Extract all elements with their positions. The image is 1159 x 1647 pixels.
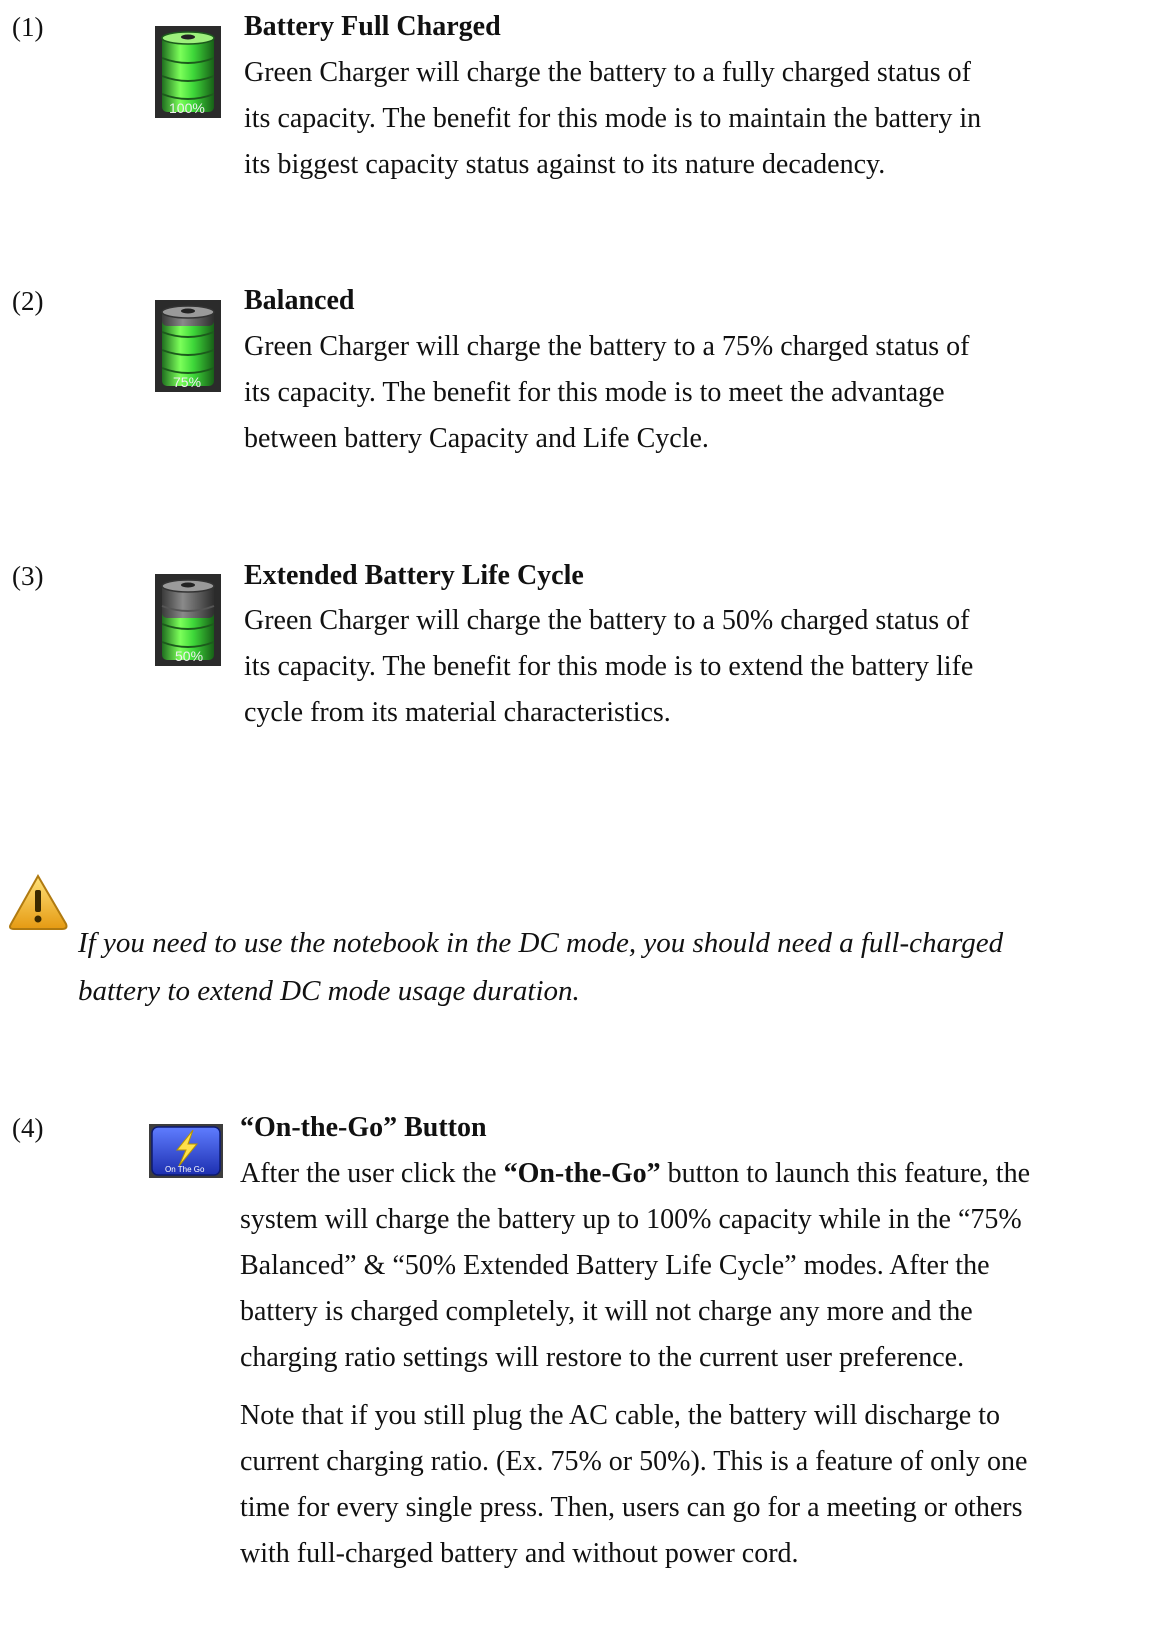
section-4-line: current charging ratio. (Ex. 75% or 50%)… bbox=[240, 1446, 1028, 1477]
battery-100-label: 100% bbox=[169, 100, 205, 116]
section-4-line: Note that if you still plug the AC cable… bbox=[240, 1400, 1000, 1431]
section-2-line: between battery Capacity and Life Cycle. bbox=[244, 423, 709, 454]
battery-100-icon: 100% bbox=[155, 26, 221, 123]
section-2-title: Balanced bbox=[244, 285, 355, 316]
warning-note-line: If you need to use the notebook in the D… bbox=[78, 927, 1004, 959]
warning-note-line: battery to extend DC mode usage duration… bbox=[78, 975, 580, 1007]
section-4-paragraph-2: Note that if you still plug the AC cable… bbox=[240, 1393, 1027, 1577]
section-2-body: Green Charger will charge the battery to… bbox=[244, 324, 969, 462]
section-1-line: its capacity. The benefit for this mode … bbox=[244, 103, 982, 134]
section-3-line: cycle from its material characteristics. bbox=[244, 697, 671, 728]
section-4-line: After the user click the “On-the-Go” but… bbox=[240, 1158, 1031, 1189]
section-3-line: its capacity. The benefit for this mode … bbox=[244, 651, 974, 682]
section-4-line: charging ratio settings will restore to … bbox=[240, 1342, 965, 1373]
on-the-go-button-icon: On The Go bbox=[149, 1124, 223, 1183]
battery-75-label: 75% bbox=[173, 374, 201, 390]
battery-50-icon: 50% bbox=[155, 574, 221, 671]
section-4-title: “On-the-Go” Button bbox=[240, 1112, 487, 1143]
section-4-line: system will charge the battery up to 100… bbox=[240, 1204, 1022, 1235]
section-4-line: time for every single press. Then, users… bbox=[240, 1492, 1023, 1523]
section-4-line: battery is charged completely, it will n… bbox=[240, 1296, 973, 1327]
section-3-body: Green Charger will charge the battery to… bbox=[244, 598, 973, 736]
section-3-title: Extended Battery Life Cycle bbox=[244, 560, 584, 591]
battery-75-icon: 75% bbox=[155, 300, 221, 397]
section-4-line: Balanced” & “50% Extended Battery Life C… bbox=[240, 1250, 990, 1281]
section-1-line: Green Charger will charge the battery to… bbox=[244, 57, 971, 88]
section-4-paragraph-1: After the user click the “On-the-Go” but… bbox=[240, 1151, 1030, 1381]
section-2-line: Green Charger will charge the battery to… bbox=[244, 331, 970, 362]
section-1-number: (1) bbox=[12, 12, 44, 42]
section-3-line: Green Charger will charge the battery to… bbox=[244, 605, 970, 636]
on-the-go-icon-label: On The Go bbox=[165, 1165, 205, 1174]
warning-icon bbox=[8, 872, 72, 937]
section-2-line: its capacity. The benefit for this mode … bbox=[244, 377, 945, 408]
warning-note: If you need to use the notebook in the D… bbox=[78, 919, 1003, 1015]
section-3-number: (3) bbox=[12, 561, 44, 591]
section-1-body: Green Charger will charge the battery to… bbox=[244, 50, 981, 188]
section-2-number: (2) bbox=[12, 286, 44, 316]
section-4-number: (4) bbox=[12, 1113, 44, 1143]
section-1-title: Battery Full Charged bbox=[244, 11, 501, 42]
on-the-go-bold-label: “On-the-Go” bbox=[503, 1158, 661, 1189]
section-1-line: its biggest capacity status against to i… bbox=[244, 149, 886, 180]
battery-50-label: 50% bbox=[175, 648, 203, 664]
section-4-line: with full-charged battery and without po… bbox=[240, 1538, 799, 1569]
